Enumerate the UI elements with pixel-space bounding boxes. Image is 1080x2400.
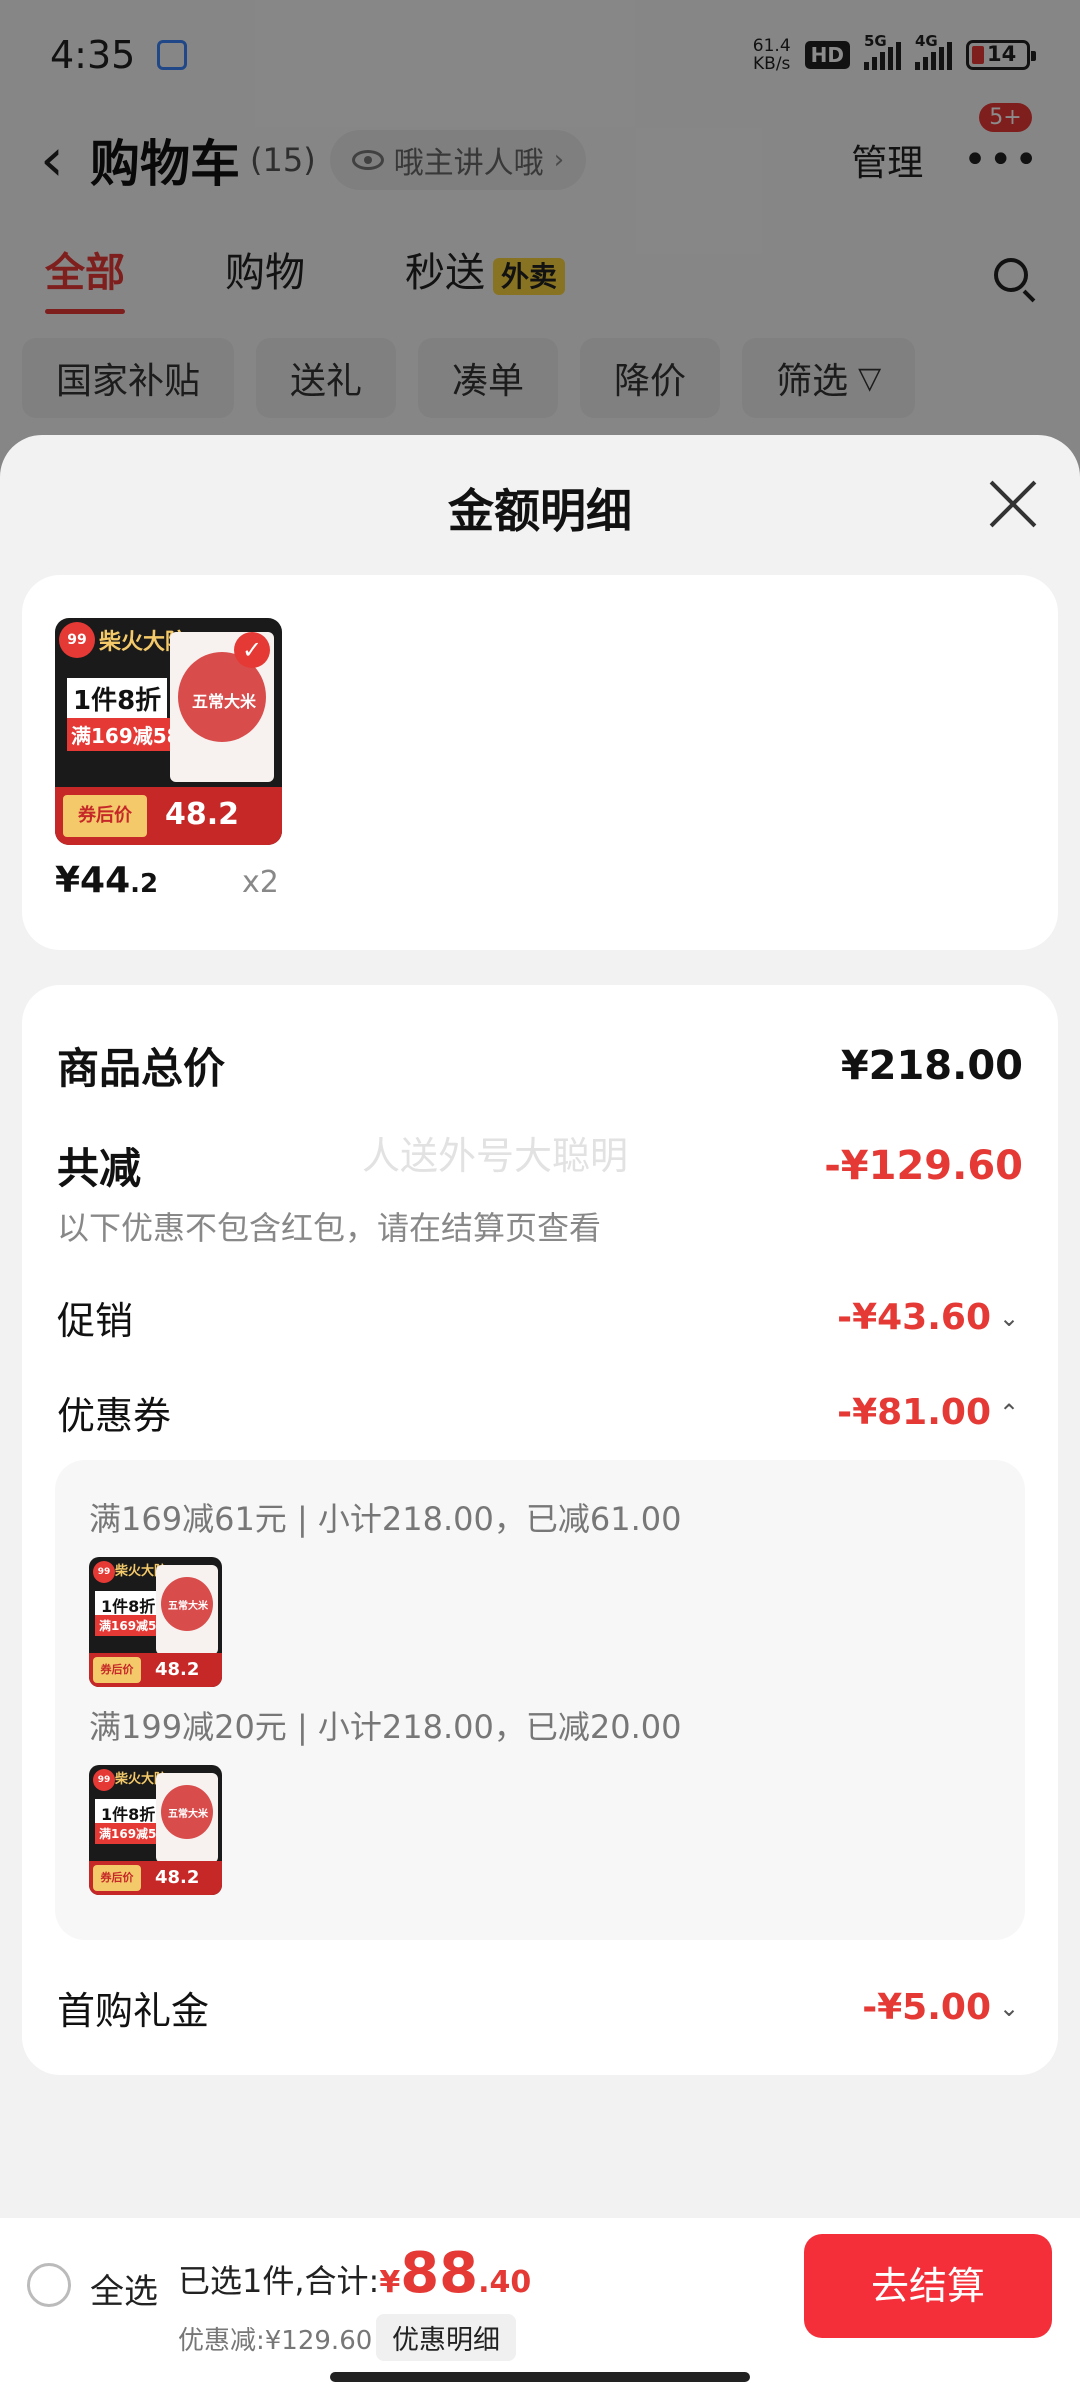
total-price-label: 商品总价 <box>57 1044 226 1093</box>
amount-detail-sheet: 金额明细 99 柴火大院 1件8折 满169减58 五常大米 ✓ 券后价 48.… <box>0 435 1080 2400</box>
thumb-price-value: 48.2 <box>155 1659 200 1680</box>
thumb-price-value: 48.2 <box>155 1867 200 1888</box>
coupon-line-2: 满199减20元 | 小计218.00，已减20.00 <box>89 1708 682 1746</box>
chevron-down-icon: ⌄ <box>999 1303 1020 1332</box>
close-icon[interactable] <box>986 477 1040 531</box>
coupon-product-thumbnail[interactable]: 99 柴火大院 1件8折 满169减58 五常大米 券后价 48.2 <box>89 1557 222 1687</box>
promotion-row[interactable]: 促销 -¥43.60 ⌄ <box>57 1290 1023 1345</box>
promo-tag-icon: 99 <box>93 1769 115 1791</box>
unit-price-int: ¥44 <box>55 860 131 901</box>
selected-total: 已选1件,合计: ¥ 88 .40 <box>178 2246 531 2302</box>
sheet-title: 金额明细 <box>448 484 632 538</box>
thumb-price-label: 券后价 <box>93 1657 141 1683</box>
total-price-value: ¥218.00 <box>840 1042 1023 1089</box>
thumb-bag-text: 五常大米 <box>168 1809 208 1820</box>
coupon-value: -¥81.00 <box>837 1392 991 1433</box>
coupon-detail-box: 满169减61元 | 小计218.00，已减61.00 99 柴火大院 1件8折… <box>55 1460 1025 1940</box>
total-reduce-row: 共减 -¥129.60 <box>57 1135 1023 1196</box>
chevron-down-icon: ⌄ <box>999 1993 1020 2022</box>
thumb-promo: 满169减58 <box>67 718 185 751</box>
coupon-amount: -¥81.00 ⌃ <box>837 1392 1023 1433</box>
promotion-value: -¥43.60 <box>837 1297 991 1338</box>
thumb-price-label: 券后价 <box>63 795 147 837</box>
promotion-label: 促销 <box>57 1299 134 1343</box>
unit-price-dec: .2 <box>130 869 159 899</box>
promotion-amount: -¥43.60 ⌄ <box>837 1297 1023 1338</box>
rice-bag-image: 五常大米 <box>156 1565 218 1655</box>
selected-check-icon: ✓ <box>234 632 270 668</box>
saved-amount: 优惠减:¥129.60 <box>178 2326 373 2356</box>
thumb-price-value: 48.2 <box>165 797 240 832</box>
first-purchase-gift-amount: -¥5.00 ⌄ <box>862 1987 1023 2028</box>
first-purchase-gift-label: 首购礼金 <box>57 1989 210 2033</box>
thumb-price-label: 券后价 <box>93 1865 141 1891</box>
select-all-label[interactable]: 全选 <box>90 2264 158 2313</box>
coupon-line-1: 满169减61元 | 小计218.00，已减61.00 <box>89 1500 682 1538</box>
first-purchase-gift-value: -¥5.00 <box>862 1987 991 2028</box>
unit-price: ¥44.2 <box>55 860 158 901</box>
thumb-price-bar: 券后价 48.2 <box>89 1653 222 1687</box>
checkout-button[interactable]: 去结算 <box>804 2234 1052 2338</box>
total-price-row: 商品总价 ¥218.00 <box>57 1035 1023 1096</box>
chevron-up-icon: ⌃ <box>999 1398 1020 1427</box>
promo-tag-icon: 99 <box>93 1561 115 1583</box>
first-purchase-gift-row[interactable]: 首购礼金 -¥5.00 ⌄ <box>57 1980 1023 2035</box>
product-card: 99 柴火大院 1件8折 满169减58 五常大米 ✓ 券后价 48.2 ¥44… <box>22 575 1058 950</box>
discount-note: 以下优惠不包含红包，请在结算页查看 <box>57 1209 602 1247</box>
total-reduce-value: -¥129.60 <box>824 1142 1023 1189</box>
thumb-price-bar: 券后价 48.2 <box>89 1861 222 1895</box>
quantity: x2 <box>242 865 279 900</box>
total-int: 88 <box>400 2241 479 2306</box>
thumb-bag-text: 五常大米 <box>192 692 257 711</box>
total-dec: .40 <box>478 2265 532 2300</box>
total-reduce-label: 共减 <box>57 1144 142 1193</box>
coupon-product-thumbnail[interactable]: 99 柴火大院 1件8折 满169减58 五常大米 券后价 48.2 <box>89 1765 222 1895</box>
thumb-discount: 1件8折 <box>67 678 168 719</box>
price-summary-card: 商品总价 ¥218.00 人送外号大聪明 共减 -¥129.60 以下优惠不包含… <box>22 985 1058 2075</box>
thumb-bag-text: 五常大米 <box>168 1601 208 1612</box>
coupon-label: 优惠券 <box>57 1394 172 1438</box>
thumb-price-bar: 券后价 48.2 <box>55 787 282 845</box>
promo-tag-icon: 99 <box>59 622 95 658</box>
select-all-checkbox[interactable] <box>27 2263 71 2307</box>
selected-text: 已选1件,合计: <box>178 2262 380 2300</box>
coupon-row[interactable]: 优惠券 -¥81.00 ⌃ <box>57 1385 1023 1440</box>
total-currency: ¥ <box>379 2265 401 2300</box>
product-thumbnail[interactable]: 99 柴火大院 1件8折 满169减58 五常大米 ✓ 券后价 48.2 <box>55 618 282 845</box>
rice-bag-image: 五常大米 <box>156 1773 218 1863</box>
home-indicator[interactable] <box>330 2372 750 2382</box>
discount-detail-button[interactable]: 优惠明细 <box>376 2314 516 2361</box>
